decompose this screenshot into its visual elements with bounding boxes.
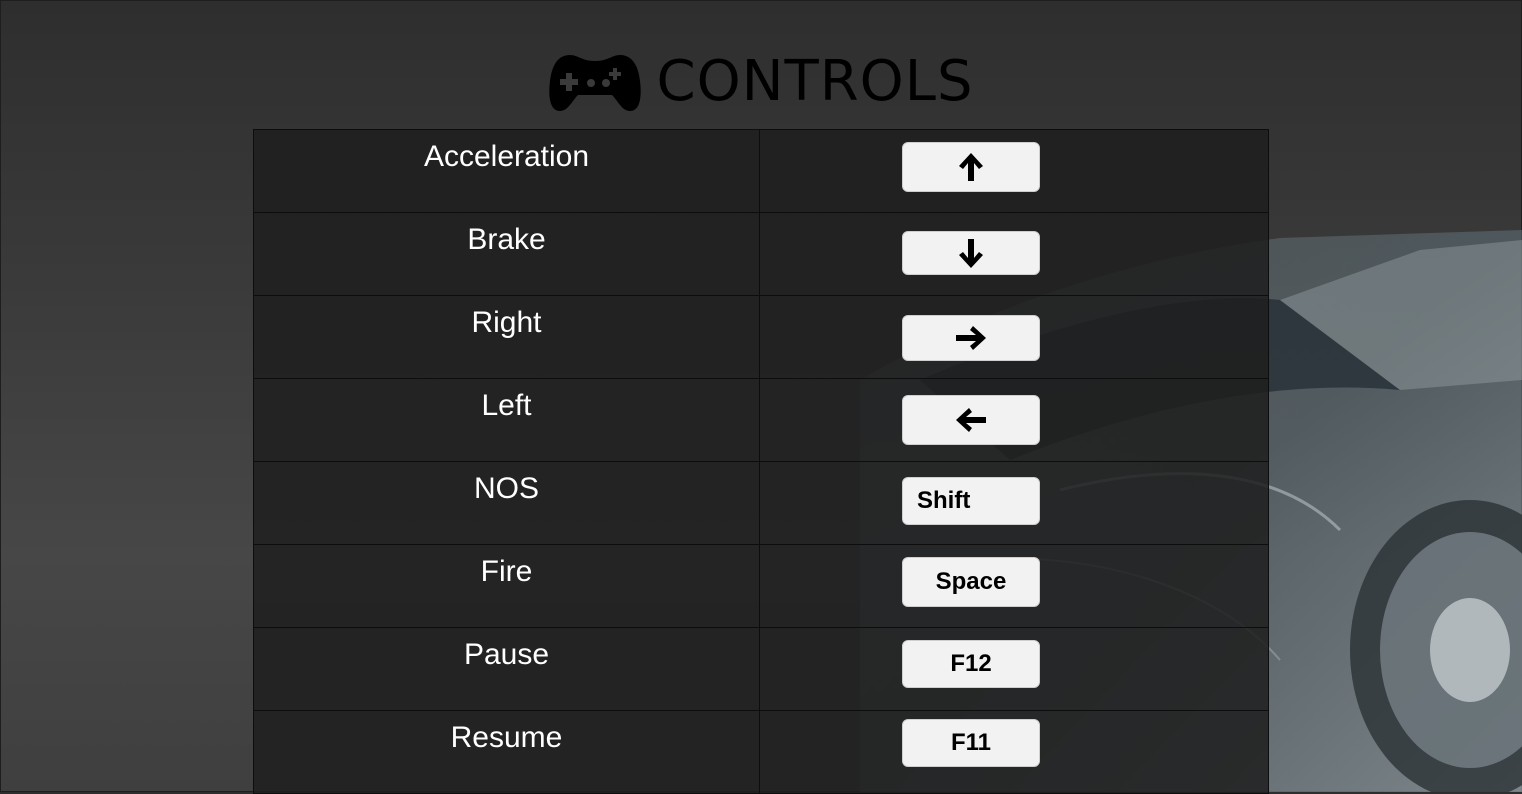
table-row: Left [253,378,1269,462]
arrow-left-icon [956,408,986,432]
table-row: Resume F11 [253,710,1269,794]
action-label: Pause [253,627,760,711]
action-label: Brake [253,212,760,296]
key-up-button[interactable] [902,142,1040,192]
action-label: Fire [253,544,760,628]
arrow-down-icon [959,239,983,268]
controls-table: Acceleration Brake Right Left NOS Shift … [253,129,1269,794]
key-down-button[interactable] [902,231,1040,275]
table-row: Fire Space [253,544,1269,628]
action-label: NOS [253,461,760,545]
action-label: Right [253,295,760,379]
arrow-right-icon [956,326,986,350]
key-right-button[interactable] [902,315,1040,361]
table-row: Acceleration [253,129,1269,213]
key-space-button[interactable]: Space [902,557,1040,607]
table-row: NOS Shift [253,461,1269,545]
arrow-up-icon [959,153,983,181]
key-f12-button[interactable]: F12 [902,640,1040,688]
table-row: Pause F12 [253,627,1269,711]
page-title: CONTROLS [656,49,974,114]
key-shift-button[interactable]: Shift [902,477,1040,525]
action-label: Left [253,378,760,462]
action-label: Resume [253,710,760,794]
table-row: Right [253,295,1269,379]
action-label: Acceleration [253,129,760,213]
key-left-button[interactable] [902,395,1040,445]
key-f11-button[interactable]: F11 [902,719,1040,767]
controls-header: CONTROLS [0,46,1522,118]
gamepad-icon [549,55,642,111]
table-row: Brake [253,212,1269,296]
